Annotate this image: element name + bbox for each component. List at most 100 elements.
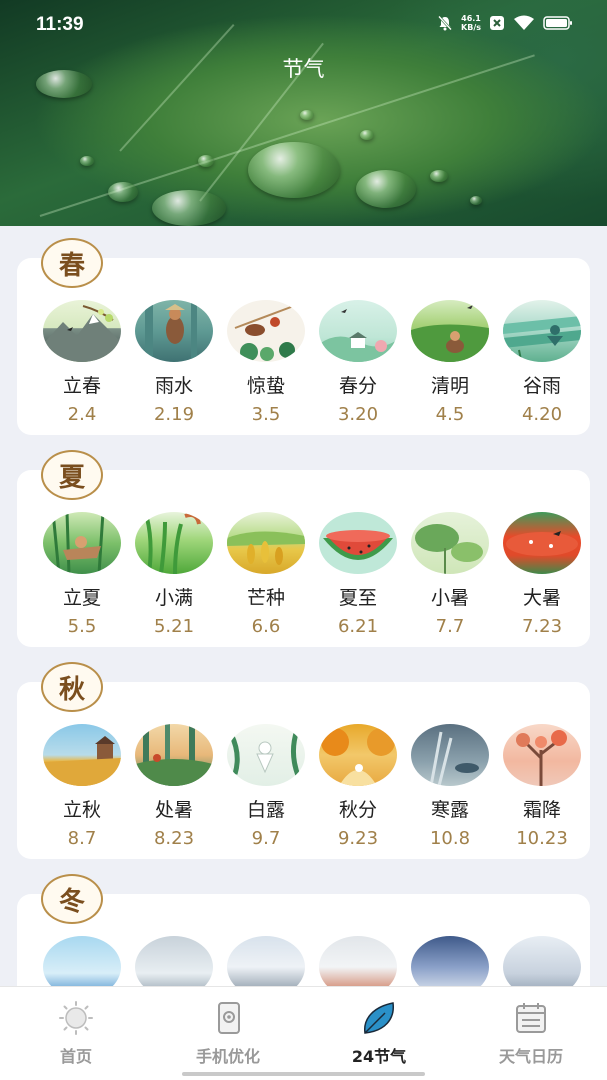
term-illustration: [135, 724, 213, 786]
term-name: 夏至: [338, 587, 377, 609]
start-of-summer-picture: [51, 512, 105, 574]
grain-buds-picture: [145, 513, 201, 574]
battery-icon: [543, 16, 572, 30]
page-title: 节气: [282, 57, 325, 81]
term-name: 霜降: [522, 799, 561, 821]
water-drop: [152, 190, 226, 226]
term-date: 2.4: [67, 404, 97, 425]
term-name: 芒种: [246, 587, 285, 609]
term-item[interactable]: 处暑 8.23: [128, 724, 220, 849]
term-date: 2.19: [153, 404, 195, 425]
status-time: 11:39: [36, 14, 84, 35]
term-illustration: [411, 300, 489, 362]
term-date: 6.21: [337, 616, 379, 637]
term-item[interactable]: 清明 4.5: [404, 300, 496, 425]
term-date: 3.5: [251, 404, 281, 425]
nav-label: 天气日历: [498, 1047, 563, 1066]
watermelon-picture: [323, 530, 393, 560]
term-illustration: [43, 512, 121, 574]
term-item[interactable]: 大暑 7.23: [496, 512, 588, 637]
term-name: 清明: [430, 375, 469, 397]
insect-awakening-picture: [234, 303, 300, 361]
term-date: 9.23: [337, 828, 379, 849]
status-bar: 11:39 46.1 KB/s: [0, 0, 607, 52]
nav-item-solar-terms[interactable]: 24节气: [314, 1001, 444, 1067]
term-item[interactable]: 立秋 8.7: [36, 724, 128, 849]
term-name: 春分: [338, 375, 377, 397]
term-item[interactable]: 小暑 7.7: [404, 512, 496, 637]
term-item[interactable]: 白露 9.7: [220, 724, 312, 849]
nav-item-weather-calendar[interactable]: 天气日历: [466, 1001, 596, 1067]
term-illustration: [227, 300, 305, 362]
status-icons: 46.1 KB/s: [437, 14, 573, 32]
term-item[interactable]: 霜降 10.23: [496, 724, 588, 849]
term-item[interactable]: 秋分 9.23: [312, 724, 404, 849]
term-illustration: [503, 512, 581, 574]
term-item[interactable]: 雨水 2.19: [128, 300, 220, 425]
term-item[interactable]: 立春 2.4: [36, 300, 128, 425]
term-item[interactable]: 夏至 6.21: [312, 512, 404, 637]
qingming-picture: [411, 305, 489, 362]
term-name: 寒露: [430, 799, 469, 821]
water-drop: [470, 196, 482, 205]
wifi-icon: [514, 15, 534, 30]
term-illustration: [43, 724, 121, 786]
season-card-summer: 夏 立夏 5.5 小满 5.21 芒种 6.6 夏至 6.21 小暑 7.7 大…: [17, 450, 590, 647]
term-name: 小满: [154, 587, 193, 609]
grain-rain-picture: [503, 316, 581, 361]
bottom-nav: 首页 手机优化 24节气 天气日历: [0, 986, 607, 1080]
term-illustration: [503, 300, 581, 362]
term-date: 7.23: [521, 616, 563, 637]
term-name: 惊蛰: [246, 375, 285, 397]
term-name: 雨水: [154, 375, 193, 397]
term-row: 立夏 5.5 小满 5.21 芒种 6.6 夏至 6.21 小暑 7.7 大暑 …: [17, 512, 590, 637]
term-date: 8.7: [67, 828, 97, 849]
term-date: 9.7: [251, 828, 281, 849]
term-date: 4.20: [521, 404, 563, 425]
nav-item-home[interactable]: 首页: [11, 1001, 141, 1067]
water-drop: [108, 182, 138, 202]
term-item[interactable]: 谷雨 4.20: [496, 300, 588, 425]
term-item[interactable]: 芒种 6.6: [220, 512, 312, 637]
term-date: 5.5: [67, 616, 97, 637]
term-date: 10.8: [429, 828, 471, 849]
term-date: 5.21: [153, 616, 195, 637]
start-of-autumn-picture: [43, 736, 121, 786]
term-item[interactable]: 惊蛰 3.5: [220, 300, 312, 425]
term-item[interactable]: 立夏 5.5: [36, 512, 128, 637]
mute-bell-icon: [438, 15, 452, 31]
home-indicator: [182, 1072, 425, 1076]
autumn-equinox-picture: [321, 728, 395, 786]
net-speed: 46.1 KB/s: [461, 14, 481, 32]
term-date: 6.6: [251, 616, 281, 637]
term-item[interactable]: 寒露 10.8: [404, 724, 496, 849]
nav-item-phone-optimize[interactable]: 手机优化: [163, 1001, 293, 1067]
term-date: 10.23: [516, 828, 568, 849]
season-badge: 夏: [41, 450, 103, 500]
term-illustration: [135, 512, 213, 574]
term-illustration: [503, 724, 581, 786]
term-illustration: [319, 512, 397, 574]
term-illustration: [411, 724, 489, 786]
wheat-picture: [227, 531, 305, 565]
term-name: 小暑: [430, 587, 469, 609]
white-dew-picture: [228, 729, 302, 779]
term-date: 7.7: [435, 616, 465, 637]
phone-optimize-icon: [163, 1001, 293, 1035]
term-name: 处暑: [154, 799, 193, 821]
term-item[interactable]: 春分 3.20: [312, 300, 404, 425]
term-date: 3.20: [337, 404, 379, 425]
calendar-icon: [466, 1001, 596, 1035]
term-name: 谷雨: [522, 375, 561, 397]
term-illustration: [227, 724, 305, 786]
season-badge: 秋: [41, 662, 103, 712]
nav-label: 手机优化: [195, 1047, 260, 1066]
term-item[interactable]: 小满 5.21: [128, 512, 220, 637]
term-illustration: [411, 512, 489, 574]
end-of-heat-picture: [135, 724, 213, 786]
nav-label: 24节气: [351, 1047, 407, 1066]
net-speed-value: 46.1: [461, 14, 481, 23]
term-name: 白露: [246, 799, 285, 821]
mountain-swallow-picture: [43, 305, 121, 362]
nav-label: 首页: [59, 1047, 92, 1066]
